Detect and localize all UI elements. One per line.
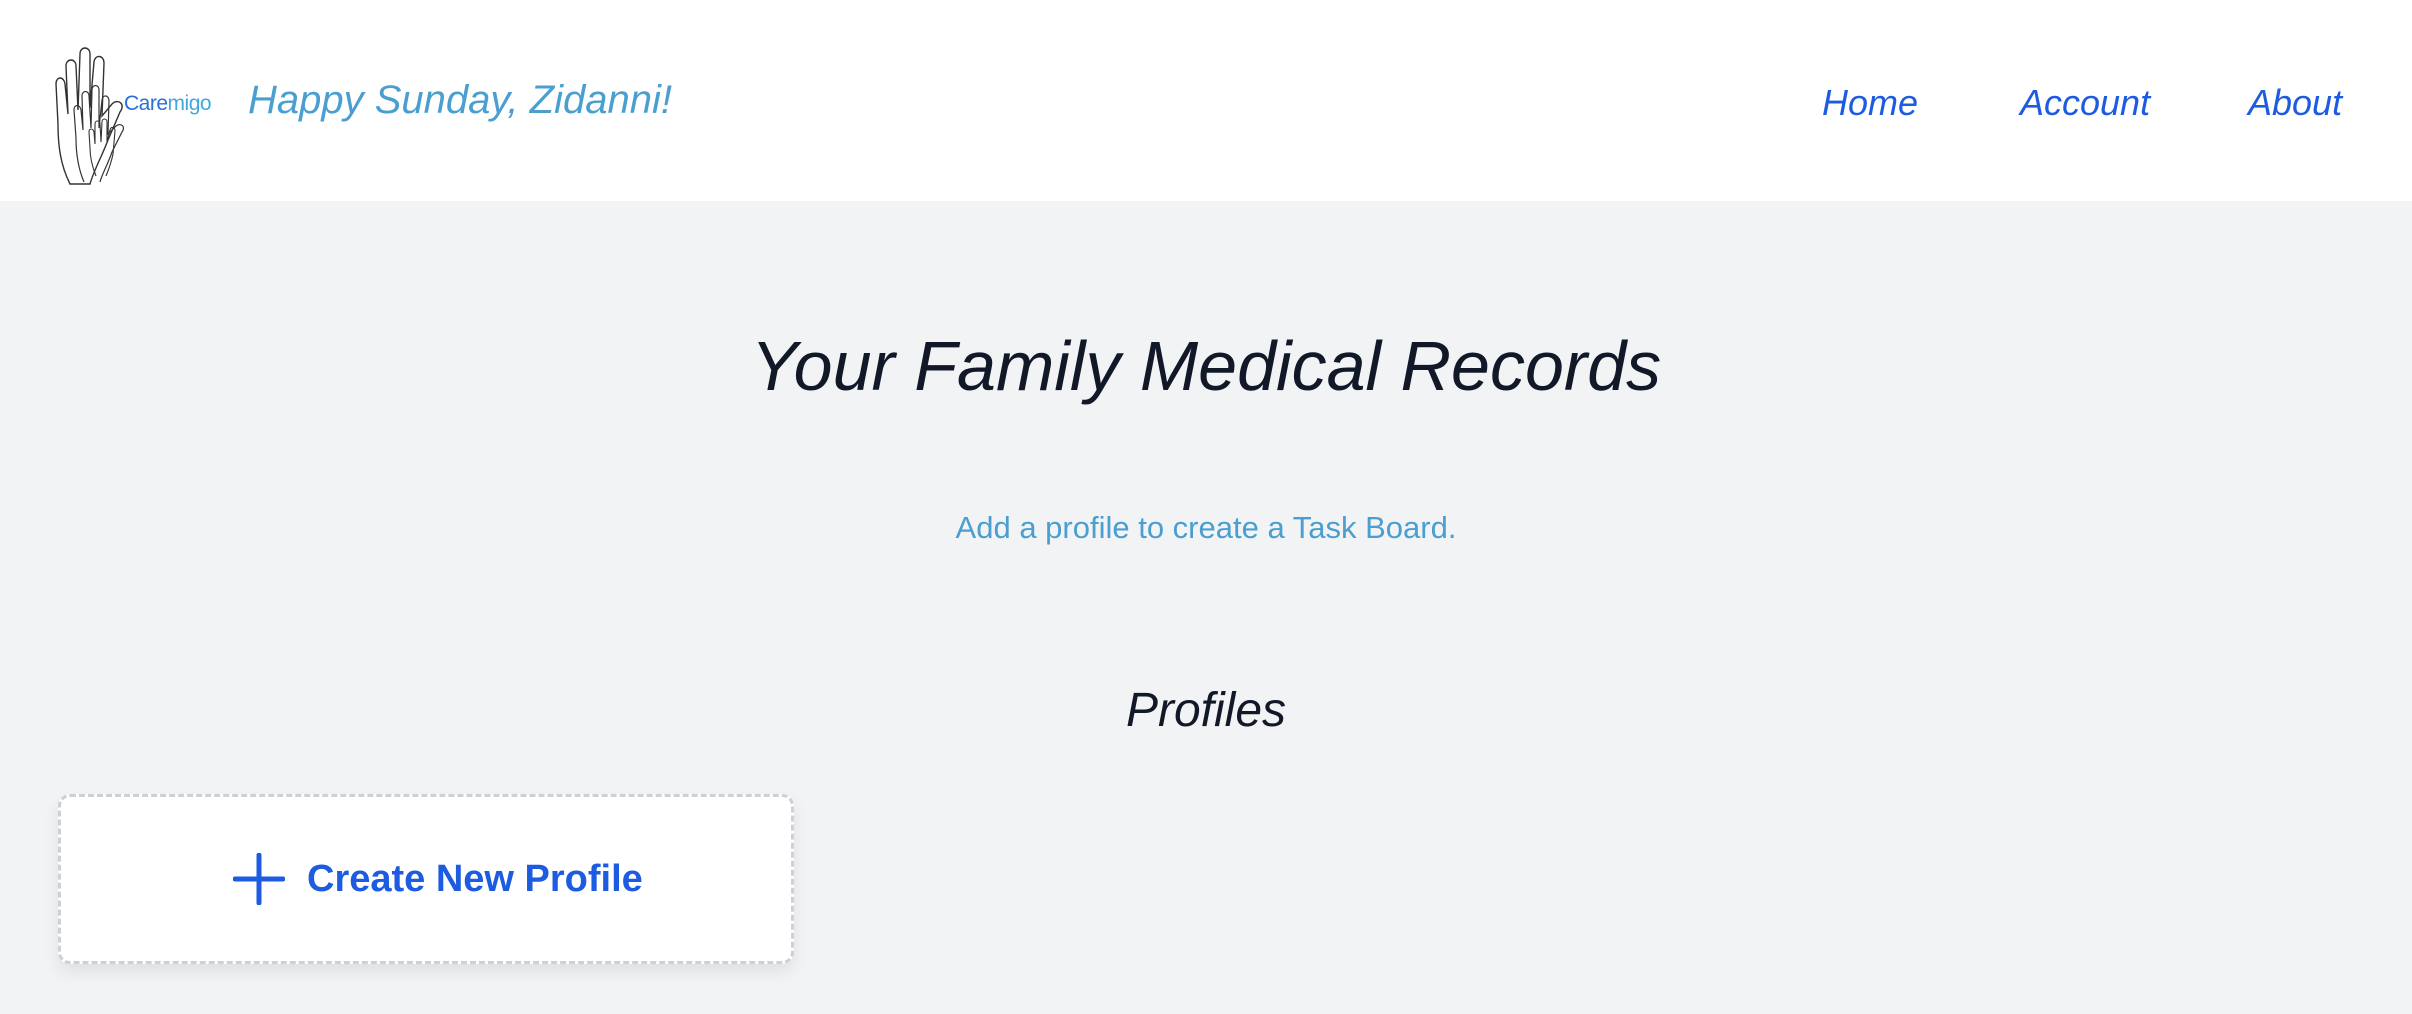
profiles-heading: Profiles <box>1125 684 1287 737</box>
logo-text-care: Care <box>124 92 168 115</box>
create-profile-content: Create New Profile <box>233 851 643 907</box>
top-header: Caremigo Happy Sunday, Zidanni! Home Acc… <box>0 0 2412 201</box>
plus-icon <box>233 853 285 905</box>
logo-wordmark: Caremigo <box>124 92 212 116</box>
greeting-text: Happy Sunday, Zidanni! <box>248 78 672 122</box>
nav-link-about[interactable]: About <box>2248 82 2342 124</box>
nav-link-account[interactable]: Account <box>2020 82 2150 124</box>
nav-link-home[interactable]: Home <box>1822 82 1918 124</box>
create-new-profile-button[interactable]: Create New Profile <box>58 794 794 964</box>
page-subtitle: Add a profile to create a Task Board. <box>955 510 1457 545</box>
create-profile-label: Create New Profile <box>307 857 643 900</box>
page-title: Your Family Medical Records <box>750 327 1662 405</box>
hands-logo-icon <box>55 47 125 185</box>
logo-text-migo: migo <box>167 92 212 115</box>
caremigo-logo[interactable]: Caremigo <box>50 44 220 189</box>
